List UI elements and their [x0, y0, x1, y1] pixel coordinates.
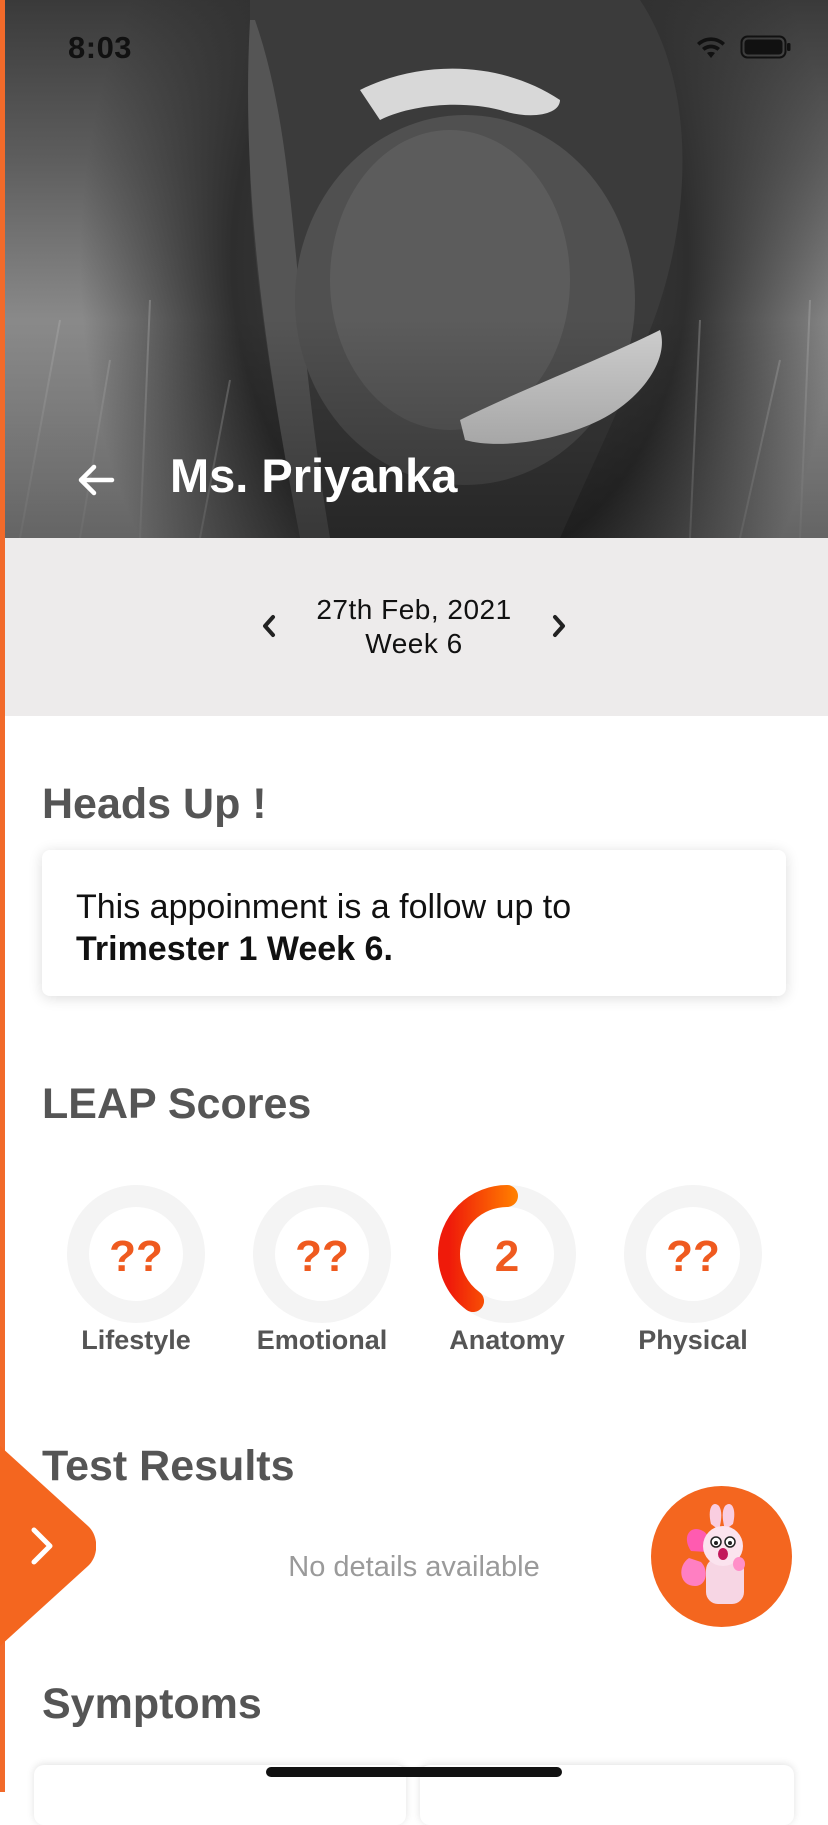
- score-anatomy[interactable]: 2 Anatomy: [432, 1184, 582, 1355]
- heads-up-message: This appoinment is a follow up to: [76, 888, 572, 926]
- score-emotional[interactable]: ?? Emotional: [247, 1184, 397, 1355]
- mascot-chat-button[interactable]: [651, 1486, 792, 1627]
- score-label: Anatomy: [449, 1325, 565, 1355]
- score-label: Emotional: [256, 1325, 388, 1355]
- symptoms-title: Symptoms: [42, 1680, 262, 1728]
- score-value: ??: [295, 1232, 349, 1281]
- status-time: 8:03: [68, 30, 133, 65]
- date-navigator: [0, 538, 828, 716]
- home-indicator: [266, 1767, 562, 1777]
- chevron-left-icon[interactable]: [258, 612, 280, 640]
- score-value: 2: [494, 1232, 520, 1281]
- arrow-left-icon[interactable]: [74, 458, 118, 502]
- status-icons: [694, 34, 792, 60]
- score-value: ??: [666, 1232, 720, 1281]
- score-physical[interactable]: ?? Physical: [618, 1184, 768, 1355]
- score-label: Lifestyle: [81, 1325, 191, 1355]
- chevron-right-icon[interactable]: [548, 612, 570, 640]
- current-date: 27th Feb, 2021: [316, 594, 512, 625]
- leap-scores-title: LEAP Scores: [42, 1080, 312, 1128]
- side-drawer-tab[interactable]: [0, 1446, 96, 1646]
- heads-up-card: This appoinment is a follow up to Trimes…: [42, 850, 786, 996]
- battery-icon: [740, 35, 791, 59]
- current-week: Week 6: [365, 628, 463, 659]
- bunny-mascot-icon: [681, 1504, 745, 1604]
- score-lifestyle[interactable]: ?? Lifestyle: [61, 1184, 211, 1355]
- heads-up-message-bold: Trimester 1 Week 6.: [76, 930, 393, 968]
- page-title: Ms. Priyanka: [170, 449, 458, 502]
- hero-gradient: [0, 318, 828, 538]
- score-value: ??: [109, 1232, 163, 1281]
- heads-up-title: Heads Up !: [42, 780, 267, 828]
- wifi-icon: [697, 37, 725, 58]
- score-label: Physical: [638, 1325, 748, 1355]
